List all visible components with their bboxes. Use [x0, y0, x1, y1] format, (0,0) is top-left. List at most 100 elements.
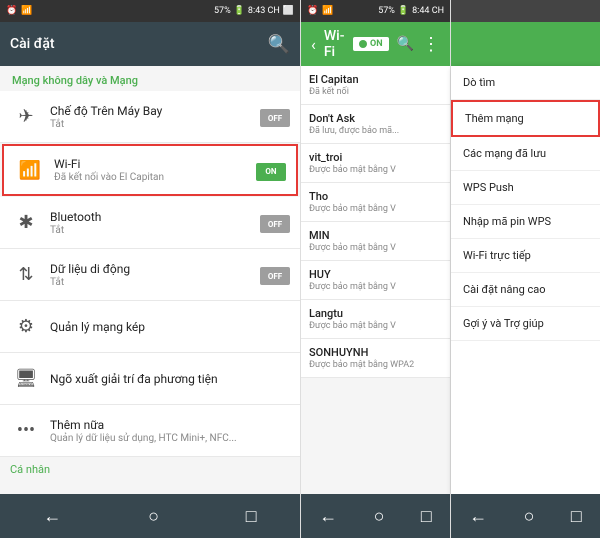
- wifi-icon: 📶: [14, 154, 46, 186]
- personal-header: Cá nhân: [0, 457, 300, 482]
- battery-icon: 🔋: [234, 6, 245, 16]
- menu-item-goi-y[interactable]: Gợi ý và Trợ giúp: [451, 307, 600, 341]
- mobile-data-item[interactable]: ⇅ Dữ liệu di động Tắt OFF: [0, 249, 300, 301]
- bottom-nav-3: ← ○ □: [451, 494, 600, 538]
- status-bar-2: ⏰ 📶 57% 🔋 8:44 CH: [301, 0, 450, 22]
- menu-toolbar-spacer: [451, 22, 600, 66]
- menu-item-wifi-direct[interactable]: Wi-Fi trực tiếp: [451, 239, 600, 273]
- wifi-content: Wi-Fi Đã kết nối vào El Capitan: [46, 157, 256, 183]
- home-nav-2[interactable]: ○: [374, 506, 385, 527]
- wifi-name-tho: Tho: [309, 190, 442, 203]
- status-bar-3: [451, 0, 600, 22]
- media-output-content: Ngõ xuất giải trí đa phương tiện: [42, 372, 290, 386]
- menu-label-goi-y: Gợi ý và Trợ giúp: [463, 317, 544, 330]
- airplane-icon: ✈: [10, 101, 42, 133]
- wifi-network-el-capitan[interactable]: El Capitan Đã kết nối: [301, 66, 450, 105]
- wifi-network-langtu[interactable]: Langtu Được bảo mật bằng V: [301, 300, 450, 339]
- wifi-name-min: MIN: [309, 229, 442, 242]
- menu-label-wifi-direct: Wi-Fi trực tiếp: [463, 249, 531, 262]
- wifi-network-huy[interactable]: HUY Được bảo mật bằng V: [301, 261, 450, 300]
- more-item[interactable]: ••• Thêm nữa Quản lý dữ liệu sử dụng, HT…: [0, 405, 300, 457]
- menu-panel: Dò tìm Thêm mạng Các mạng đã lưu WPS Pus…: [450, 0, 600, 538]
- wifi-name-el-capitan: El Capitan: [309, 73, 442, 86]
- wifi-panel: ⏰ 📶 57% 🔋 8:44 CH ‹ Wi-Fi ON 🔍 ⋮ El Capi…: [300, 0, 450, 538]
- status-bar-right: 57% 🔋 8:43 CH ⬜: [214, 6, 294, 16]
- mobile-data-toggle-label: OFF: [260, 267, 290, 285]
- wifi-network-min[interactable]: MIN Được bảo mật bằng V: [301, 222, 450, 261]
- menu-item-wps-push[interactable]: WPS Push: [451, 171, 600, 205]
- dual-network-icon: ⚙: [10, 311, 42, 343]
- menu-label-cai-dat: Cài đặt nâng cao: [463, 283, 545, 296]
- status-bar2-left: ⏰ 📶: [307, 6, 333, 16]
- wifi-toolbar: ‹ Wi-Fi ON 🔍 ⋮: [301, 22, 450, 66]
- menu-item-them-mang[interactable]: Thêm mạng: [451, 100, 600, 137]
- bluetooth-toggle[interactable]: OFF: [260, 212, 290, 234]
- airplane-toggle-label: OFF: [260, 109, 290, 127]
- settings-title: Cài đặt: [10, 36, 260, 52]
- menu-item-do-tim[interactable]: Dò tìm: [451, 66, 600, 100]
- menu-item-cac-mang[interactable]: Các mạng đã lưu: [451, 137, 600, 171]
- settings-toolbar: Cài đặt 🔍: [0, 22, 300, 66]
- airplane-mode-item[interactable]: ✈ Chế độ Trên Máy Bay Tắt OFF: [0, 91, 300, 143]
- wifi-on-badge[interactable]: ON: [353, 37, 389, 51]
- wifi-name-vit-troi: vit_troi: [309, 151, 442, 164]
- wifi-toggle[interactable]: ON: [256, 159, 286, 181]
- wifi-search-icon[interactable]: 🔍: [397, 36, 414, 52]
- dual-network-content: Quản lý mạng kép: [42, 320, 290, 334]
- bluetooth-icon: ✱: [10, 207, 42, 239]
- wifi-name-sonhuynh: SONHUYNH: [309, 346, 442, 359]
- media-output-title: Ngõ xuất giải trí đa phương tiện: [50, 372, 290, 386]
- signal-icon-2: 📶: [322, 6, 333, 16]
- search-icon[interactable]: 🔍: [268, 34, 290, 55]
- wifi-more-icon[interactable]: ⋮: [422, 34, 440, 55]
- time-2: 8:44 CH: [412, 6, 444, 16]
- menu-item-cai-dat[interactable]: Cài đặt nâng cao: [451, 273, 600, 307]
- wifi-network-dont-ask[interactable]: Don't Ask Đã lưu, được bảo mã...: [301, 105, 450, 144]
- wifi-on-dot: [359, 40, 367, 48]
- recents-nav-icon[interactable]: □: [246, 506, 257, 527]
- wifi-panel-title: Wi-Fi: [324, 28, 353, 60]
- wifi-name-langtu: Langtu: [309, 307, 442, 320]
- wifi-network-vit-troi[interactable]: vit_troi Được bảo mật bằng V: [301, 144, 450, 183]
- wifi-status-tho: Được bảo mật bằng V: [309, 204, 442, 214]
- more-content: Thêm nữa Quản lý dữ liệu sử dụng, HTC Mi…: [42, 418, 290, 444]
- home-nav-icon[interactable]: ○: [148, 506, 159, 527]
- bottom-nav-2: ← ○ □: [301, 494, 450, 538]
- bluetooth-item[interactable]: ✱ Bluetooth Tắt OFF: [0, 197, 300, 249]
- wifi-status-huy: Được bảo mật bằng V: [309, 282, 442, 292]
- recents-nav-3[interactable]: □: [571, 506, 582, 527]
- menu-label-cac-mang: Các mạng đã lưu: [463, 147, 546, 160]
- more-title: Thêm nữa: [50, 418, 290, 432]
- airplane-mode-content: Chế độ Trên Máy Bay Tắt: [42, 104, 260, 130]
- wifi-status-min: Được bảo mật bằng V: [309, 243, 442, 253]
- back-nav-icon[interactable]: ←: [43, 506, 61, 527]
- home-nav-3[interactable]: ○: [524, 506, 535, 527]
- media-output-item[interactable]: 🖥 Ngõ xuất giải trí đa phương tiện: [0, 353, 300, 405]
- wifi-network-sonhuynh[interactable]: SONHUYNH Được bảo mật bằng WPA2: [301, 339, 450, 378]
- settings-list: ✈ Chế độ Trên Máy Bay Tắt OFF 📶 Wi-Fi Đã…: [0, 91, 300, 494]
- wifi-name-dont-ask: Don't Ask: [309, 112, 442, 125]
- dual-network-item[interactable]: ⚙ Quản lý mạng kép: [0, 301, 300, 353]
- back-nav-3[interactable]: ←: [469, 506, 487, 527]
- menu-item-wps-pin[interactable]: Nhập mã pin WPS: [451, 205, 600, 239]
- mobile-data-icon: ⇅: [10, 259, 42, 291]
- airplane-toggle[interactable]: OFF: [260, 106, 290, 128]
- wifi-status-langtu: Được bảo mật bằng V: [309, 321, 442, 331]
- bluetooth-toggle-label: OFF: [260, 215, 290, 233]
- wifi-on-text: ON: [370, 39, 383, 49]
- mobile-data-toggle[interactable]: OFF: [260, 264, 290, 286]
- wifi-network-tho[interactable]: Tho Được bảo mật bằng V: [301, 183, 450, 222]
- media-output-icon: 🖥: [10, 363, 42, 395]
- wifi-status-el-capitan: Đã kết nối: [309, 87, 442, 97]
- wifi-item[interactable]: 📶 Wi-Fi Đã kết nối vào El Capitan ON: [2, 144, 298, 196]
- menu-label-them-mang: Thêm mạng: [465, 112, 524, 125]
- recents-nav-2[interactable]: □: [421, 506, 432, 527]
- back-button[interactable]: ‹: [311, 35, 316, 54]
- signal-icon: 📶: [21, 6, 32, 16]
- status-bar-left: ⏰ 📶: [6, 6, 32, 16]
- menu-label-do-tim: Dò tìm: [463, 76, 495, 89]
- airplane-mode-title: Chế độ Trên Máy Bay: [50, 104, 260, 118]
- wifi-network-list: El Capitan Đã kết nối Don't Ask Đã lưu, …: [301, 66, 450, 494]
- back-nav-2[interactable]: ←: [319, 506, 337, 527]
- bluetooth-subtitle: Tắt: [50, 225, 260, 236]
